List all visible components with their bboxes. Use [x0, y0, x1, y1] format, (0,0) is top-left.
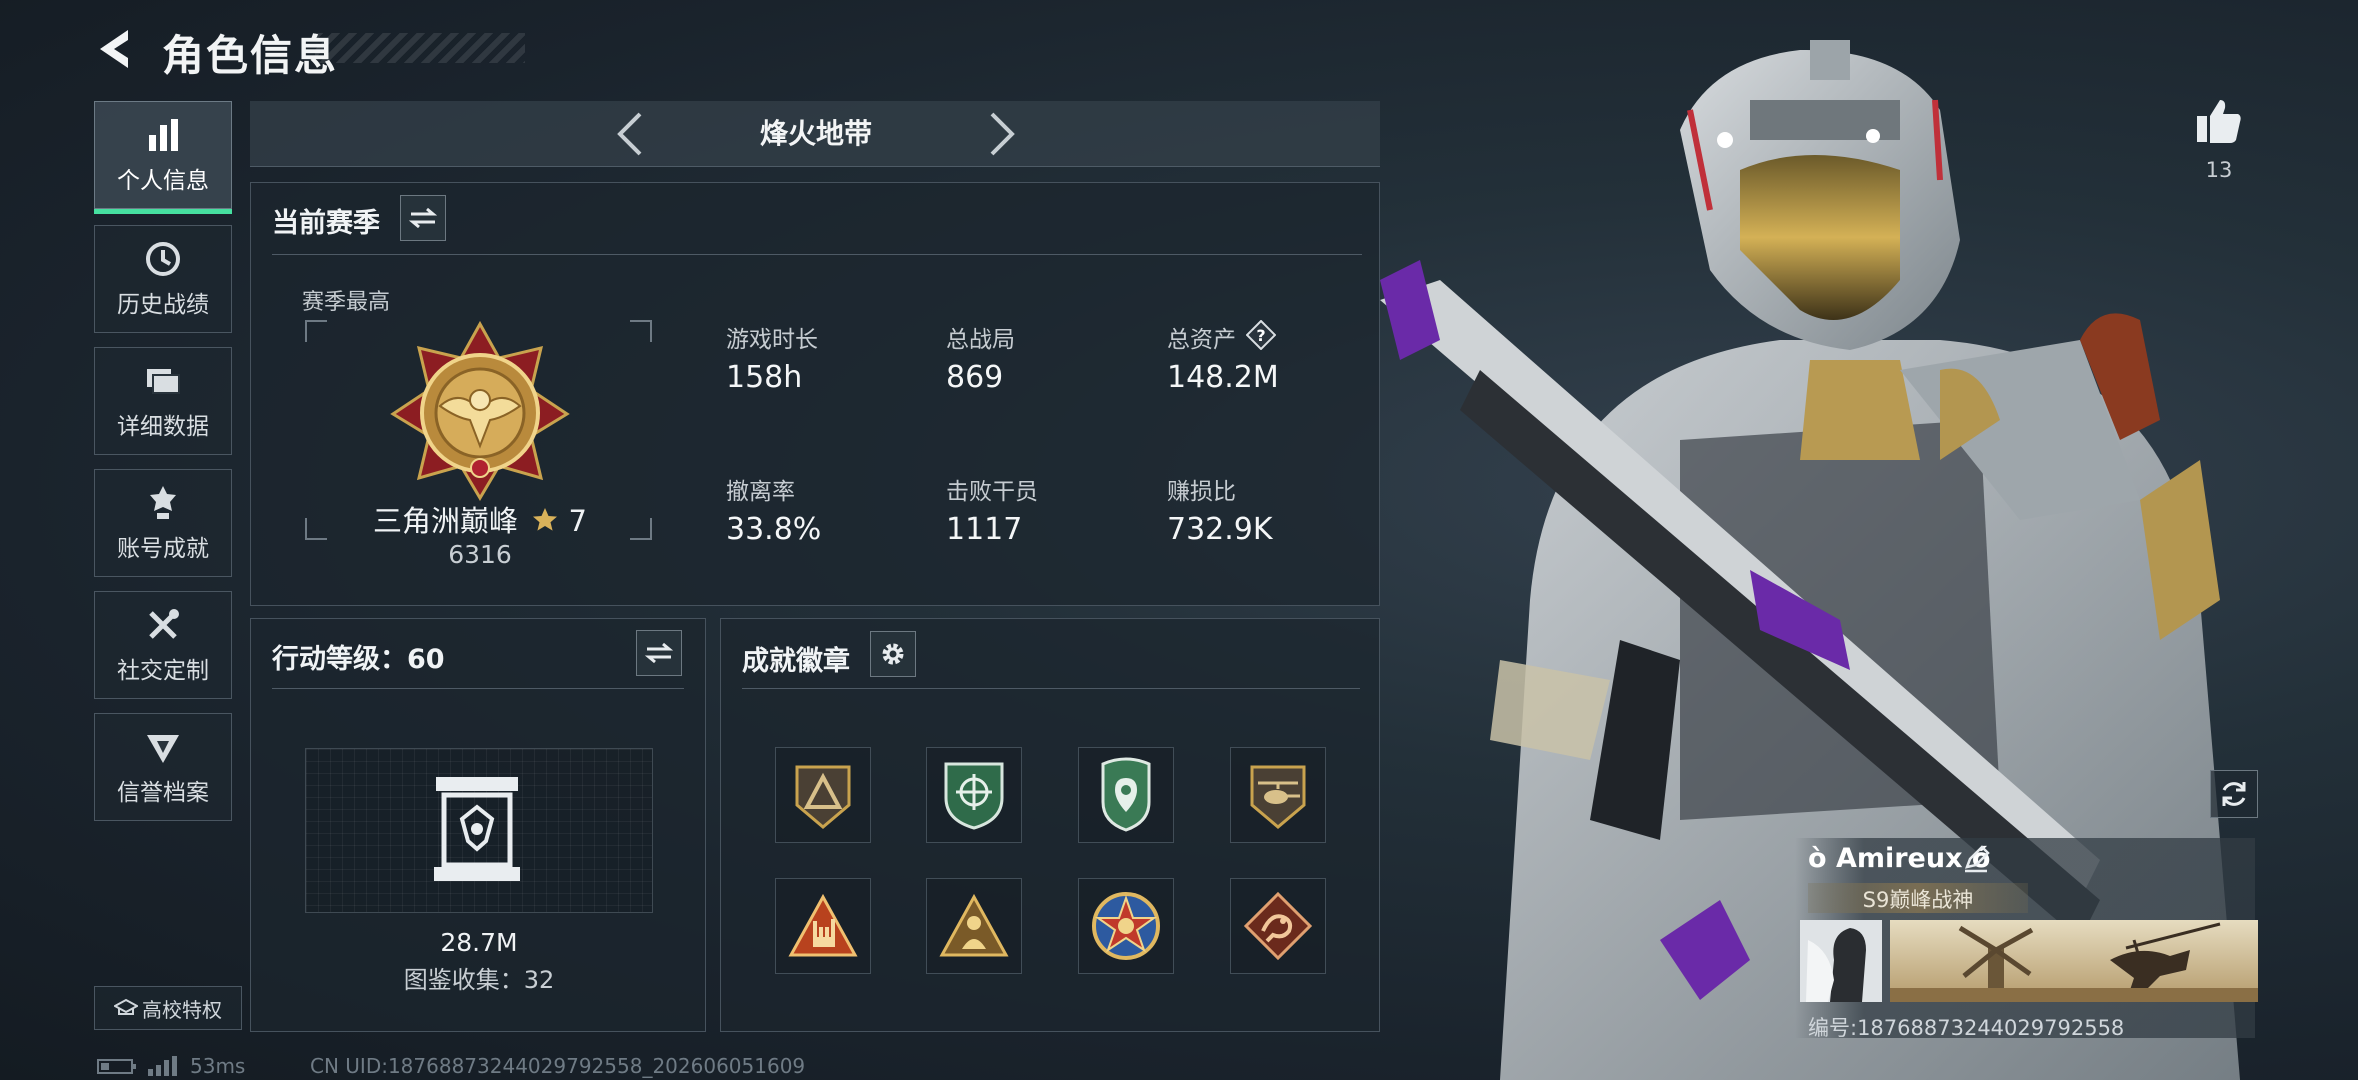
triangle-emblem-icon	[795, 765, 851, 829]
sidebar-item-personal-info[interactable]: 个人信息	[94, 101, 232, 214]
frame-corner	[630, 320, 652, 342]
page-title: 角色信息	[162, 31, 339, 80]
sidebar-item-achievements[interactable]: 账号成就	[94, 469, 232, 577]
collection-value: 28.7M	[440, 928, 518, 957]
ping-value: 53ms	[190, 1054, 246, 1078]
sidebar-item-history[interactable]: 历史战绩	[94, 225, 232, 333]
like-count: 13	[2205, 158, 2233, 182]
stat-label-matches: 总战局	[946, 327, 1015, 353]
sidebar-item-reputation[interactable]: 信誉档案	[94, 713, 232, 821]
rank-name: 三角洲巅峰 7	[330, 498, 630, 540]
level-switch-button[interactable]	[636, 630, 682, 676]
stat-label-extract-rate: 撤离率	[726, 479, 795, 505]
chevron-left-icon[interactable]	[610, 109, 650, 159]
shield-pin-icon	[1101, 757, 1151, 832]
tools-icon	[149, 609, 179, 639]
stat-label-playtime: 游戏时长	[726, 327, 818, 353]
badge-slot[interactable]	[926, 878, 1022, 974]
sidebar-item-label: 个人信息	[117, 168, 209, 194]
badge-slot[interactable]	[1078, 878, 1174, 974]
graduation-cap-icon	[114, 998, 138, 1015]
sidebar-item-details[interactable]: 详细数据	[94, 347, 232, 455]
level-divider	[272, 688, 684, 689]
badge-slot[interactable]	[775, 878, 871, 974]
campus-privilege-label: 高校特权	[142, 997, 222, 1022]
card-banner	[1890, 920, 2258, 1002]
dragon-icon	[1243, 891, 1313, 961]
season-divider	[272, 254, 1362, 255]
reputation-icon	[147, 735, 179, 763]
badge-slot[interactable]	[775, 747, 871, 843]
stat-value-assets: 148.2M	[1167, 360, 1279, 395]
season-switch-button[interactable]	[400, 195, 446, 241]
uid-text: CN UID:18768873244029792558_202606051609	[310, 1054, 806, 1078]
player-title: S9巅峰战神	[1862, 888, 1974, 912]
thumbs-up-icon[interactable]	[2194, 96, 2244, 146]
title-decoration	[315, 33, 525, 63]
stat-value-kills: 1117	[946, 512, 1023, 547]
status-bar: 53ms	[96, 1054, 245, 1078]
battery-icon	[97, 1059, 136, 1074]
rank-star-count: 7	[568, 504, 587, 538]
card-id: 编号:18768873244029792558	[1808, 1016, 2125, 1040]
stat-value-matches: 869	[946, 360, 1004, 395]
frame-corner	[305, 518, 327, 540]
clock-icon	[146, 242, 180, 276]
signal-icon	[148, 1056, 177, 1076]
edit-icon[interactable]	[1962, 845, 1990, 873]
refresh-icon	[2222, 782, 2246, 806]
sidebar-item-label: 历史战绩	[117, 292, 209, 318]
stat-value-extract-rate: 33.8%	[726, 512, 822, 547]
badge-slot[interactable]	[926, 747, 1022, 843]
star-icon	[533, 508, 558, 531]
chevron-right-icon[interactable]	[982, 109, 1022, 159]
star-medal-icon	[1092, 892, 1160, 960]
season-best-label: 赛季最高	[302, 290, 391, 315]
stat-value-profit-ratio: 732.9K	[1167, 512, 1273, 547]
rank-emblem-icon	[390, 320, 570, 501]
shield-crosshair-icon	[944, 762, 1004, 830]
bar-chart-icon	[149, 119, 178, 151]
collection-label: 图鉴收集：32	[403, 966, 555, 994]
badge-slot[interactable]	[1078, 747, 1174, 843]
frame-corner	[630, 518, 652, 540]
avatar[interactable]	[1800, 920, 1882, 1002]
refresh-button[interactable]	[2210, 770, 2258, 818]
season-title: 当前赛季	[272, 208, 380, 239]
stat-label-assets: 总资产	[1167, 327, 1236, 353]
rank-score: 6316	[448, 540, 512, 569]
sidebar-item-label: 账号成就	[117, 536, 209, 562]
sidebar-item-label: 社交定制	[117, 658, 209, 684]
badge-settings-button[interactable]	[870, 631, 916, 677]
stat-value-playtime: 158h	[726, 360, 803, 395]
badge-title: 成就徽章	[742, 646, 850, 677]
sidebar-item-label: 详细数据	[117, 414, 209, 440]
rank-name-text: 三角洲巅峰	[373, 504, 519, 538]
collection-case-icon	[434, 777, 520, 881]
gear-icon	[882, 643, 904, 665]
helicopter-icon	[1250, 765, 1306, 829]
stat-label-kills: 击败干员	[946, 479, 1038, 505]
swap-icon	[408, 207, 438, 229]
badge-divider	[742, 688, 1360, 689]
svg-text:?: ?	[1256, 326, 1265, 345]
frame-corner	[305, 320, 327, 342]
swap-icon	[644, 642, 674, 664]
badge-slot[interactable]	[1230, 747, 1326, 843]
help-icon[interactable]: ?	[1246, 320, 1276, 350]
back-arrow-icon[interactable]	[92, 24, 142, 74]
mode-name: 烽火地带	[759, 117, 872, 150]
triangle-figure-icon	[939, 893, 1009, 957]
stat-label-profit-ratio: 赚损比	[1167, 479, 1236, 505]
sidebar-item-social[interactable]: 社交定制	[94, 591, 232, 699]
achievement-icon	[150, 486, 176, 519]
level-title: 行动等级：60	[272, 644, 445, 675]
badge-slot[interactable]	[1230, 878, 1326, 974]
campus-privilege-button[interactable]: 高校特权	[94, 986, 242, 1030]
folders-icon	[147, 369, 180, 394]
rock-hand-icon	[788, 893, 858, 957]
sidebar-item-label: 信誉档案	[117, 780, 209, 806]
